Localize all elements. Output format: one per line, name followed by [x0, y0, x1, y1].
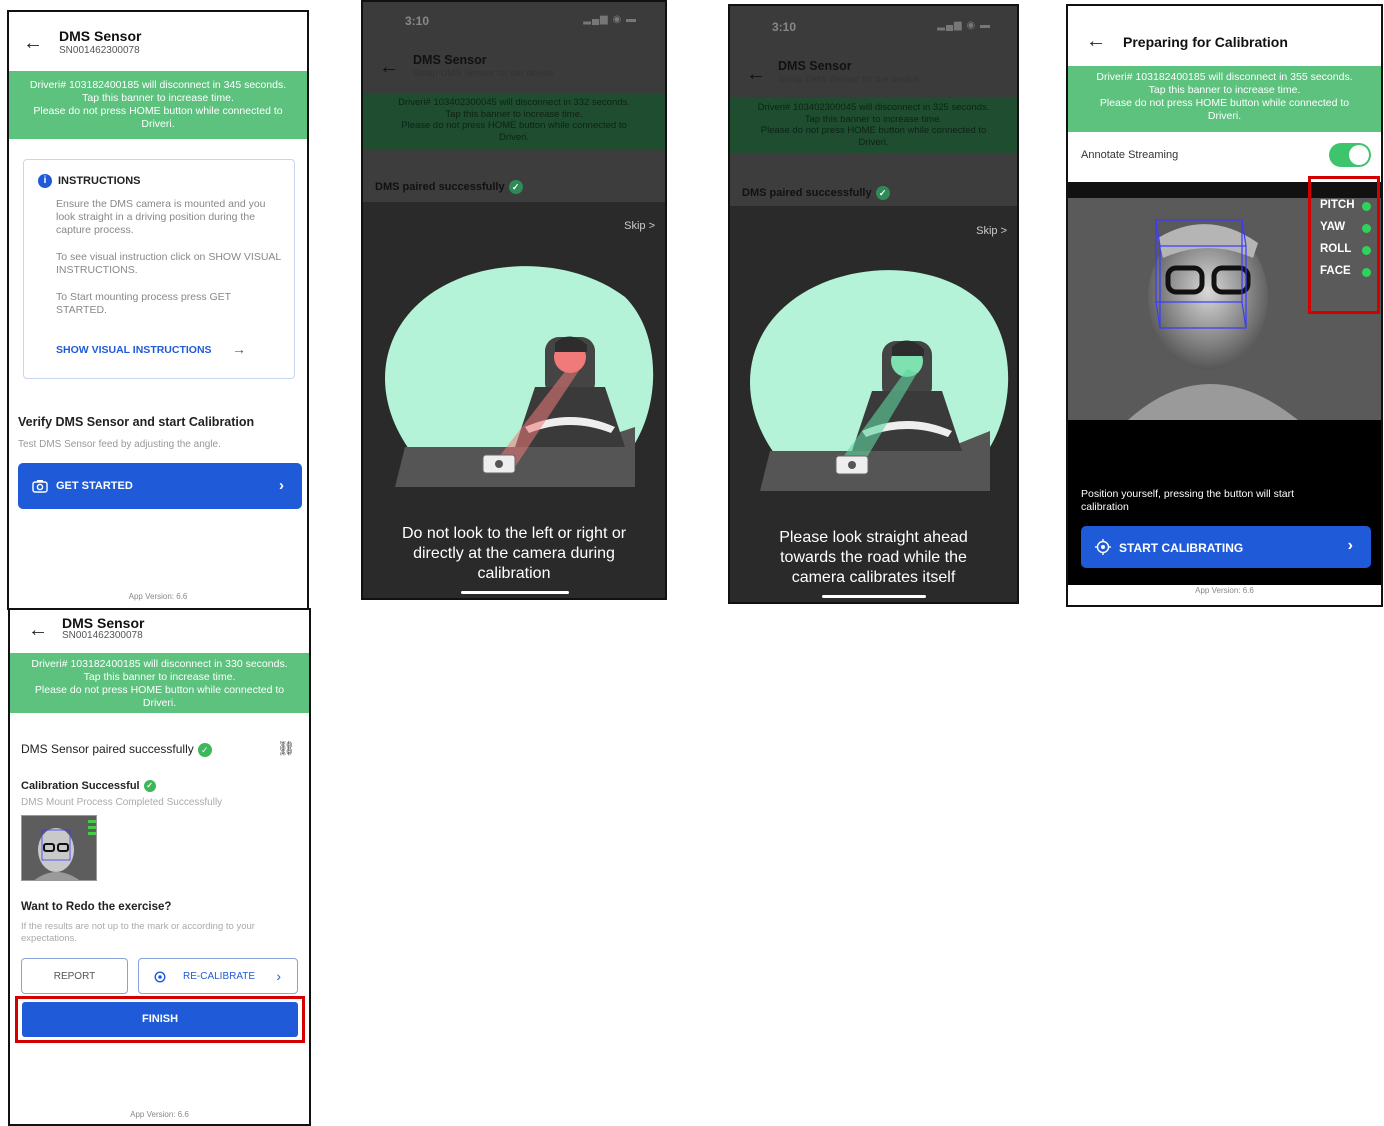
check-circle-icon: ✓ — [143, 780, 156, 793]
driver-illustration — [385, 266, 654, 487]
paired-status: DMS paired successfully ✓ — [742, 186, 890, 200]
report-label: REPORT — [53, 971, 96, 982]
panel-preparing-calibration: ← Preparing for Calibration Driveri# 103… — [1066, 4, 1383, 607]
camera-feed: PITCH YAW ROLL FACE — [1068, 176, 1381, 420]
instruction-text: To see visual instruction click on SHOW … — [56, 251, 281, 276]
disconnect-banner[interactable]: Driveri# 103182400185 will disconnect in… — [1068, 66, 1381, 132]
disconnect-banner[interactable]: Driveri# 103402300045 will disconnect in… — [730, 98, 1017, 154]
redo-title: Want to Redo the exercise? — [21, 901, 172, 913]
page-title: DMS Sensor — [62, 615, 145, 631]
status-dot-icon — [1362, 246, 1371, 255]
arrow-right-icon[interactable]: → — [232, 341, 246, 357]
start-calibrating-button[interactable]: START CALIBRATING › — [1081, 526, 1371, 568]
disconnect-banner[interactable]: Driveri# 103182400185 will disconnect in… — [9, 71, 307, 139]
chevron-right-icon: › — [1347, 537, 1353, 554]
recalibrate-button[interactable]: RE-CALIBRATE › — [138, 958, 298, 994]
calibration-status: Calibration Successful ✓ — [21, 780, 156, 793]
app-version: App Version: 6.6 — [1195, 586, 1254, 595]
metric-yaw-label: YAW — [1320, 221, 1346, 233]
page-title: Preparing for Calibration — [1123, 34, 1288, 50]
back-arrow-icon[interactable]: ← — [28, 620, 48, 640]
home-indicator — [822, 595, 926, 598]
back-arrow-icon[interactable]: ← — [746, 64, 766, 84]
metric-pitch-label: PITCH — [1320, 199, 1355, 211]
metric-roll-label: ROLL — [1320, 243, 1352, 255]
unlink-icon[interactable]: ⛓ — [277, 740, 295, 757]
calibration-subtitle: DMS Mount Process Completed Successfully — [21, 797, 223, 808]
annotate-streaming-label: Annotate Streaming — [1081, 149, 1179, 161]
redo-subtitle: If the results are not up to the mark or… — [21, 921, 255, 944]
paired-status: DMS Sensor paired successfully ✓ — [21, 742, 212, 757]
serial-number: SN001462300078 — [62, 630, 143, 641]
status-dot-icon — [1362, 202, 1371, 211]
instruction-message: Do not look to the left or right or dire… — [401, 525, 627, 582]
panel-instructions: ← DMS Sensor SN001462300078 Driveri# 103… — [7, 10, 309, 610]
back-arrow-icon[interactable]: ← — [379, 57, 399, 77]
app-version: App Version: 6.6 — [128, 592, 188, 601]
get-started-label: GET STARTED — [56, 480, 133, 492]
recalibrate-label: RE-CALIBRATE — [183, 971, 256, 982]
status-time: 3:10 — [772, 20, 797, 34]
instruction-message: Please look straight ahead towards the r… — [779, 529, 968, 586]
get-started-button[interactable]: GET STARTED › — [18, 463, 302, 509]
instructions-title: INSTRUCTIONS — [58, 175, 141, 187]
driver-illustration — [750, 270, 1009, 491]
calibration-thumbnail — [21, 815, 97, 881]
metric-face-label: FACE — [1320, 265, 1351, 277]
signal-battery-icon: ▂▄▆ ◉ ▬ — [583, 14, 637, 25]
position-instruction: Position yourself, pressing the button w… — [1081, 488, 1295, 513]
check-circle-icon: ✓ — [875, 186, 890, 200]
check-circle-icon: ✓ — [197, 742, 212, 757]
control-area: Position yourself, pressing the button w… — [1068, 420, 1381, 585]
page-subtitle: Setup DMS Sensor for the device — [778, 74, 919, 85]
panel-calibration-successful: ← DMS Sensor SN001462300078 Driveri# 103… — [8, 608, 311, 1126]
finish-button[interactable]: FINISH — [22, 1002, 298, 1037]
camera-icon — [32, 480, 48, 493]
annotate-streaming-toggle[interactable] — [1329, 143, 1371, 167]
page-subtitle: Setup DMS Sensor for the device — [413, 68, 554, 79]
disconnect-banner[interactable]: Driveri# 103402300045 will disconnect in… — [363, 93, 665, 150]
app-version: App Version: 6.6 — [130, 1110, 189, 1119]
chevron-right-icon: › — [279, 477, 284, 494]
status-dot-icon — [1362, 268, 1371, 277]
home-indicator — [461, 591, 569, 594]
show-visual-instructions-link[interactable]: SHOW VISUAL INSTRUCTIONS — [56, 344, 212, 356]
page-title: DMS Sensor — [59, 28, 142, 44]
instruction-text: To Start mounting process press GET STAR… — [56, 291, 231, 316]
back-arrow-icon[interactable]: ← — [23, 33, 43, 53]
verify-title: Verify DMS Sensor and start Calibration — [18, 415, 255, 429]
target-icon — [1095, 539, 1111, 555]
signal-battery-icon: ▂▄▆ ◉ ▬ — [937, 20, 991, 31]
skip-button[interactable]: Skip > — [976, 225, 1007, 237]
panel-visual-instruction-2: 3:10 ▂▄▆ ◉ ▬ ← DMS Sensor Setup DMS Sens… — [728, 4, 1019, 604]
instruction-text: Ensure the DMS camera is mounted and you… — [56, 198, 266, 236]
page-title: DMS Sensor — [778, 59, 852, 73]
start-calibrating-label: START CALIBRATING — [1119, 541, 1244, 555]
check-circle-icon: ✓ — [508, 180, 523, 194]
finish-label: FINISH — [141, 1013, 179, 1025]
status-dot-icon — [1362, 224, 1371, 233]
serial-number: SN001462300078 — [59, 45, 140, 56]
report-button[interactable]: REPORT — [21, 958, 128, 994]
face-thumbnail-image — [22, 816, 96, 880]
disconnect-banner[interactable]: Driveri# 103182400185 will disconnect in… — [10, 653, 309, 713]
info-icon: i — [38, 174, 52, 188]
panel-visual-instruction-1: 3:10 ▂▄▆ ◉ ▬ ← DMS Sensor Setup DMS Sens… — [361, 0, 667, 600]
verify-subtitle: Test DMS Sensor feed by adjusting the an… — [18, 439, 221, 450]
paired-row — [363, 150, 665, 202]
chevron-right-icon: › — [276, 968, 281, 984]
back-arrow-icon[interactable]: ← — [1086, 31, 1106, 51]
instructions-card: i INSTRUCTIONS Ensure the DMS camera is … — [23, 159, 295, 379]
target-icon — [154, 971, 166, 983]
paired-status: DMS paired successfully ✓ — [375, 180, 523, 194]
status-time: 3:10 — [405, 14, 430, 28]
skip-button[interactable]: Skip > — [624, 220, 655, 232]
page-title: DMS Sensor — [413, 53, 487, 67]
